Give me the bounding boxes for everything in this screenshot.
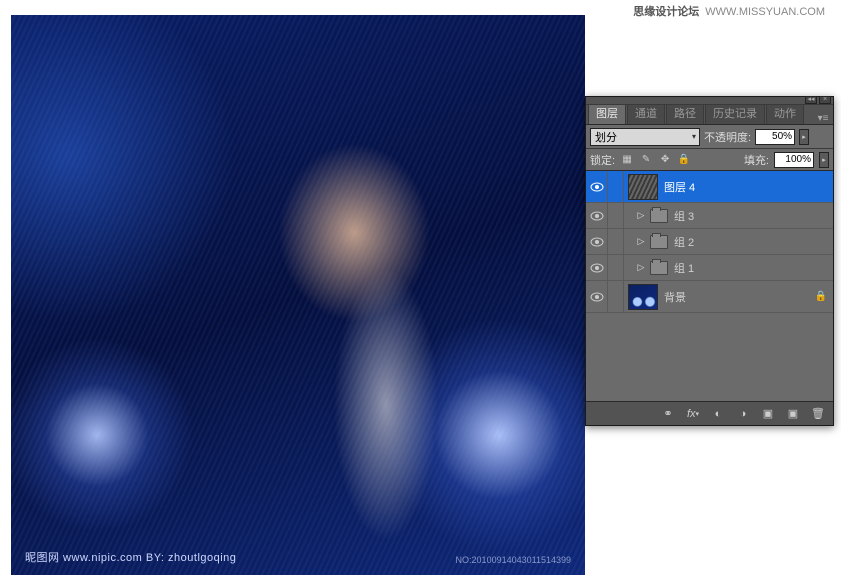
fx-icon[interactable]: fx▾ bbox=[682, 405, 704, 423]
visibility-toggle[interactable] bbox=[586, 255, 608, 280]
document-canvas[interactable]: 昵图网 www.nipic.com BY: zhoutlgoqing NO:20… bbox=[11, 15, 585, 575]
lock-fill-row: 锁定: ▦ ✎ ✥ 🔒 填充: ▸ bbox=[586, 149, 833, 171]
trash-icon[interactable]: 🗑 bbox=[807, 405, 829, 423]
chevron-down-icon: ▾ bbox=[692, 132, 696, 141]
disclosure-triangle-icon[interactable]: ▷ bbox=[636, 210, 646, 221]
layer-name[interactable]: 背景 bbox=[662, 289, 686, 305]
layer-row[interactable]: 图层 4 bbox=[586, 171, 833, 203]
image-watermark-right: NO:20100914043011514399 bbox=[456, 555, 571, 565]
layer-name[interactable]: 组 2 bbox=[672, 234, 694, 250]
link-col bbox=[608, 281, 624, 312]
layer-name[interactable]: 组 3 bbox=[672, 208, 694, 224]
lock-label: 锁定: bbox=[590, 152, 615, 168]
link-layers-icon[interactable]: ⚭ bbox=[657, 405, 679, 423]
close-icon[interactable]: × bbox=[819, 96, 831, 104]
link-col bbox=[608, 255, 624, 280]
disclosure-triangle-icon[interactable]: ▷ bbox=[636, 236, 646, 247]
layers-list: 图层 4 ▷ 组 3 ▷ 组 2 bbox=[586, 171, 833, 401]
fill-label: 填充: bbox=[744, 152, 769, 168]
fill-input[interactable] bbox=[774, 152, 814, 168]
blend-mode-value: 划分 bbox=[595, 129, 617, 145]
collapse-icon[interactable]: ◂◂ bbox=[805, 96, 817, 104]
layer-row[interactable]: ▷ 组 3 bbox=[586, 203, 833, 229]
eye-icon bbox=[590, 211, 604, 221]
blend-opacity-row: 划分 ▾ 不透明度: ▸ bbox=[586, 125, 833, 149]
fill-flyout-icon[interactable]: ▸ bbox=[819, 152, 829, 168]
visibility-toggle[interactable] bbox=[586, 229, 608, 254]
canvas-image bbox=[11, 15, 585, 575]
lock-pixels-icon[interactable]: ✎ bbox=[639, 153, 653, 167]
layers-panel: ◂◂ × 图层 通道 路径 历史记录 动作 ▾≡ 划分 ▾ 不透明度: ▸ 锁定… bbox=[585, 96, 834, 426]
folder-icon bbox=[650, 209, 668, 223]
layer-thumbnail[interactable] bbox=[628, 284, 658, 310]
adjustment-icon[interactable]: ◑ bbox=[732, 405, 754, 423]
lock-icon: 🔒 bbox=[815, 291, 827, 302]
layer-row[interactable]: 背景 🔒 bbox=[586, 281, 833, 313]
eye-icon bbox=[590, 263, 604, 273]
opacity-input[interactable] bbox=[755, 129, 795, 145]
opacity-label: 不透明度: bbox=[704, 129, 751, 145]
blend-mode-select[interactable]: 划分 ▾ bbox=[590, 128, 700, 146]
mask-icon[interactable]: ◐ bbox=[707, 405, 729, 423]
lock-position-icon[interactable]: ✥ bbox=[658, 153, 672, 167]
link-col bbox=[608, 229, 624, 254]
eye-icon bbox=[590, 182, 604, 192]
page-watermark: 思缘设计论坛WWW.MISSYUAN.COM bbox=[633, 3, 825, 19]
link-col bbox=[608, 203, 624, 228]
folder-icon bbox=[650, 261, 668, 275]
layers-footer: ⚭ fx▾ ◐ ◑ ▣ ▣ 🗑 bbox=[586, 401, 833, 425]
panel-menu-icon[interactable]: ▾≡ bbox=[817, 113, 833, 124]
group-icon[interactable]: ▣ bbox=[757, 405, 779, 423]
layer-thumbnail[interactable] bbox=[628, 174, 658, 200]
visibility-toggle[interactable] bbox=[586, 171, 608, 202]
visibility-toggle[interactable] bbox=[586, 203, 608, 228]
layer-name[interactable]: 图层 4 bbox=[662, 179, 695, 195]
image-watermark-left: 昵图网 www.nipic.com BY: zhoutlgoqing bbox=[25, 549, 236, 565]
layer-name[interactable]: 组 1 bbox=[672, 260, 694, 276]
eye-icon bbox=[590, 292, 604, 302]
lock-all-icon[interactable]: 🔒 bbox=[677, 153, 691, 167]
panel-tabs: 图层 通道 路径 历史记录 动作 ▾≡ bbox=[586, 105, 833, 125]
new-layer-icon[interactable]: ▣ bbox=[782, 405, 804, 423]
panel-grip[interactable]: ◂◂ × bbox=[586, 97, 833, 105]
opacity-flyout-icon[interactable]: ▸ bbox=[799, 129, 809, 145]
layer-row[interactable]: ▷ 组 2 bbox=[586, 229, 833, 255]
layer-row[interactable]: ▷ 组 1 bbox=[586, 255, 833, 281]
link-col bbox=[608, 171, 624, 202]
eye-icon bbox=[590, 237, 604, 247]
visibility-toggle[interactable] bbox=[586, 281, 608, 312]
folder-icon bbox=[650, 235, 668, 249]
subject-figure bbox=[212, 60, 528, 553]
disclosure-triangle-icon[interactable]: ▷ bbox=[636, 262, 646, 273]
lock-transparency-icon[interactable]: ▦ bbox=[620, 153, 634, 167]
